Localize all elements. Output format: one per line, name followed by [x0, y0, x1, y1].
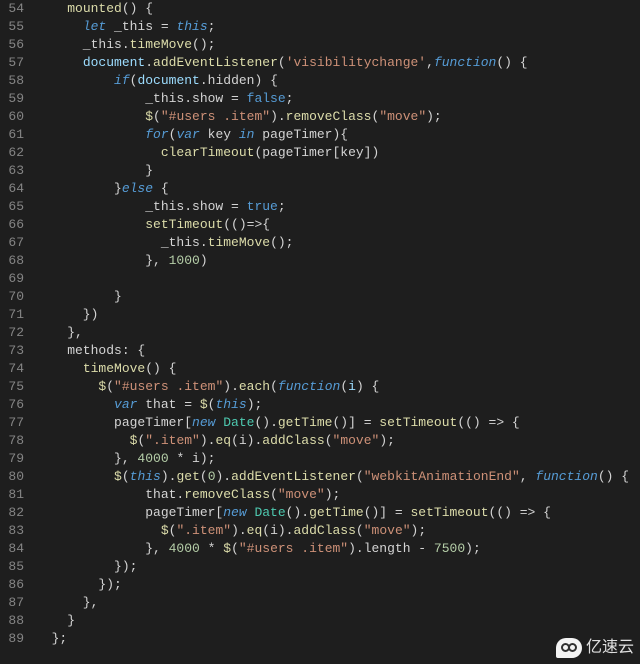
- line-number: 56: [0, 36, 24, 54]
- code-line[interactable]: };: [36, 630, 640, 648]
- line-number: 83: [0, 522, 24, 540]
- line-number: 70: [0, 288, 24, 306]
- code-line[interactable]: var that = $(this);: [36, 396, 640, 414]
- line-number: 77: [0, 414, 24, 432]
- line-number: 68: [0, 252, 24, 270]
- code-line[interactable]: }: [36, 162, 640, 180]
- line-number: 57: [0, 54, 24, 72]
- line-number: 87: [0, 594, 24, 612]
- code-line[interactable]: });: [36, 558, 640, 576]
- line-number: 74: [0, 360, 24, 378]
- code-line[interactable]: for(var key in pageTimer){: [36, 126, 640, 144]
- line-number: 64: [0, 180, 24, 198]
- line-number: 85: [0, 558, 24, 576]
- line-number: 54: [0, 0, 24, 18]
- code-line[interactable]: pageTimer[new Date().getTime()] = setTim…: [36, 504, 640, 522]
- code-line[interactable]: });: [36, 576, 640, 594]
- line-number: 84: [0, 540, 24, 558]
- line-number: 79: [0, 450, 24, 468]
- code-line[interactable]: methods: {: [36, 342, 640, 360]
- line-number: 65: [0, 198, 24, 216]
- line-number: 59: [0, 90, 24, 108]
- code-line[interactable]: }: [36, 288, 640, 306]
- code-line[interactable]: clearTimeout(pageTimer[key]): [36, 144, 640, 162]
- line-number: 60: [0, 108, 24, 126]
- line-number: 58: [0, 72, 24, 90]
- code-line[interactable]: setTimeout(()=>{: [36, 216, 640, 234]
- code-line[interactable]: that.removeClass("move");: [36, 486, 640, 504]
- code-line[interactable]: $(this).get(0).addEventListener("webkitA…: [36, 468, 640, 486]
- code-line[interactable]: [36, 270, 640, 288]
- line-number: 61: [0, 126, 24, 144]
- code-line[interactable]: }: [36, 612, 640, 630]
- line-number: 75: [0, 378, 24, 396]
- code-line[interactable]: $(".item").eq(i).addClass("move");: [36, 432, 640, 450]
- line-number: 81: [0, 486, 24, 504]
- code-line[interactable]: document.addEventListener('visibilitycha…: [36, 54, 640, 72]
- code-content[interactable]: mounted() { let _this = this; _this.time…: [32, 0, 640, 664]
- code-line[interactable]: }, 1000): [36, 252, 640, 270]
- line-number-gutter: 5455565758596061626364656667686970717273…: [0, 0, 32, 664]
- line-number: 73: [0, 342, 24, 360]
- code-line[interactable]: let _this = this;: [36, 18, 640, 36]
- code-line[interactable]: }else {: [36, 180, 640, 198]
- line-number: 63: [0, 162, 24, 180]
- code-line[interactable]: if(document.hidden) {: [36, 72, 640, 90]
- line-number: 69: [0, 270, 24, 288]
- code-line[interactable]: $("#users .item").removeClass("move");: [36, 108, 640, 126]
- line-number: 86: [0, 576, 24, 594]
- line-number: 72: [0, 324, 24, 342]
- code-line[interactable]: $("#users .item").each(function(i) {: [36, 378, 640, 396]
- code-line[interactable]: _this.show = true;: [36, 198, 640, 216]
- code-line[interactable]: pageTimer[new Date().getTime()] = setTim…: [36, 414, 640, 432]
- code-line[interactable]: }, 4000 * $("#users .item").length - 750…: [36, 540, 640, 558]
- code-editor[interactable]: 5455565758596061626364656667686970717273…: [0, 0, 640, 664]
- line-number: 76: [0, 396, 24, 414]
- line-number: 55: [0, 18, 24, 36]
- code-line[interactable]: _this.show = false;: [36, 90, 640, 108]
- line-number: 82: [0, 504, 24, 522]
- line-number: 89: [0, 630, 24, 648]
- code-line[interactable]: $(".item").eq(i).addClass("move");: [36, 522, 640, 540]
- line-number: 71: [0, 306, 24, 324]
- code-line[interactable]: _this.timeMove();: [36, 36, 640, 54]
- code-line[interactable]: }, 4000 * i);: [36, 450, 640, 468]
- line-number: 67: [0, 234, 24, 252]
- code-line[interactable]: timeMove() {: [36, 360, 640, 378]
- line-number: 62: [0, 144, 24, 162]
- code-line[interactable]: },: [36, 594, 640, 612]
- code-line[interactable]: _this.timeMove();: [36, 234, 640, 252]
- code-line[interactable]: }): [36, 306, 640, 324]
- code-line[interactable]: mounted() {: [36, 0, 640, 18]
- line-number: 80: [0, 468, 24, 486]
- line-number: 88: [0, 612, 24, 630]
- line-number: 78: [0, 432, 24, 450]
- code-line[interactable]: },: [36, 324, 640, 342]
- line-number: 66: [0, 216, 24, 234]
